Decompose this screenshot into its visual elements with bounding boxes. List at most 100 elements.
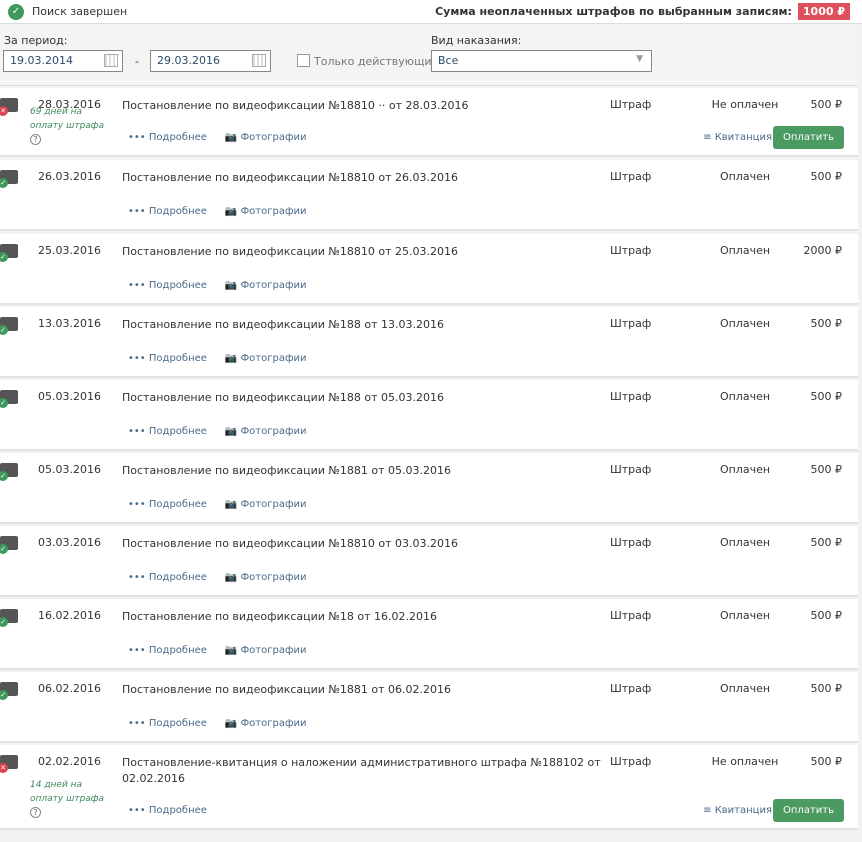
fine-description: Постановление по видеофиксации №18810 от… (122, 245, 458, 258)
fine-status: Оплачен (719, 609, 771, 622)
wallet-icon: ✓ (0, 609, 18, 627)
more-link[interactable]: ••• Подробнее (128, 353, 207, 364)
photos-link[interactable]: 📷 Фотографии (225, 132, 307, 143)
fine-date: 02.02.2016 (38, 755, 101, 768)
receipt-link[interactable]: ≡ Квитанция (703, 132, 772, 143)
receipt-link[interactable]: ≡ Квитанция (703, 805, 772, 816)
calendar-icon[interactable] (104, 54, 118, 67)
unpaid-sum: Сумма неоплаченных штрафов по выбранным … (435, 3, 850, 20)
fine-status: Оплачен (719, 317, 771, 330)
more-link[interactable]: ••• Подробнее (128, 280, 207, 291)
dots-icon: ••• (128, 572, 146, 583)
active-only-checkbox[interactable] (297, 54, 310, 67)
paid-check-icon: ✓ (0, 617, 8, 627)
photos-link[interactable]: 📷 Фотографии (225, 206, 307, 217)
photos-label: Фотографии (240, 499, 307, 510)
dots-icon: ••• (128, 206, 146, 217)
fine-amount: 500 ₽ (810, 463, 843, 476)
camera-icon: 📷 (224, 426, 238, 437)
fine-row: ✓ 16.02.2016 Постановление по видеофикса… (0, 599, 858, 670)
camera-icon: 📷 (224, 280, 238, 291)
paid-check-icon: ✓ (0, 252, 8, 262)
photos-label: Фотографии (240, 280, 307, 291)
help-icon[interactable]: ? (30, 807, 41, 818)
receipt-label: Квитанция (714, 805, 772, 816)
fine-row: ✓ 05.03.2016 Постановление по видеофикса… (0, 453, 858, 524)
photos-link[interactable]: 📷 Фотографии (225, 572, 307, 583)
fine-row: ✓ 13.03.2016 Постановление по видеофикса… (0, 307, 858, 378)
more-label: Подробнее (148, 132, 207, 143)
paid-check-icon: ✓ (0, 544, 8, 554)
more-link[interactable]: ••• Подробнее (128, 718, 207, 729)
photos-link[interactable]: 📷 Фотографии (225, 353, 307, 364)
help-icon[interactable]: ? (30, 134, 41, 145)
unpaid-x-icon: ✕ (0, 106, 8, 116)
date-to-input[interactable]: 29.03.2016 (150, 50, 271, 72)
photos-link[interactable]: 📷 Фотографии (225, 426, 307, 437)
days-to-pay: 14 дней на оплату штрафа ? (30, 778, 110, 820)
wallet-icon: ✓ (0, 244, 18, 262)
fine-date: 16.02.2016 (38, 609, 101, 622)
fine-description: Постановление по видеофиксации №18810 ··… (122, 99, 469, 112)
list-icon: ≡ (703, 132, 712, 143)
active-only-label[interactable]: Только действующие (314, 55, 438, 68)
more-label: Подробнее (148, 805, 207, 816)
more-label: Подробнее (148, 206, 207, 217)
fine-status: Оплачен (719, 170, 771, 183)
fine-amount: 500 ₽ (810, 390, 843, 403)
fine-kind: Штраф (610, 98, 652, 111)
pay-button[interactable]: Оплатить (773, 799, 844, 822)
fine-status: Не оплачен (711, 755, 779, 768)
wallet-icon: ✕ (0, 755, 18, 773)
camera-icon: 📷 (224, 572, 238, 583)
type-select[interactable]: Все ▼ (431, 50, 652, 72)
fine-amount: 2000 ₽ (803, 244, 843, 257)
calendar-icon[interactable] (252, 54, 266, 67)
fine-description: Постановление-квитанция о наложении адми… (122, 756, 601, 785)
camera-icon: 📷 (224, 499, 238, 510)
more-link[interactable]: ••• Подробнее (128, 206, 207, 217)
dots-icon: ••• (128, 353, 146, 364)
fine-row: ✓ 06.02.2016 Постановление по видеофикса… (0, 672, 858, 743)
more-label: Подробнее (148, 426, 207, 437)
fine-description: Постановление по видеофиксации №18810 от… (122, 537, 458, 550)
photos-link[interactable]: 📷 Фотографии (225, 718, 307, 729)
fine-status: Оплачен (719, 536, 771, 549)
fine-date: 03.03.2016 (38, 536, 101, 549)
paid-check-icon: ✓ (0, 398, 8, 408)
fine-row: ✓ 05.03.2016 Постановление по видеофикса… (0, 380, 858, 451)
fine-description: Постановление по видеофиксации №18810 от… (122, 171, 458, 184)
camera-icon: 📷 (224, 645, 238, 656)
unpaid-sum-label: Сумма неоплаченных штрафов по выбранным … (435, 5, 792, 18)
photos-link[interactable]: 📷 Фотографии (225, 645, 307, 656)
fine-amount: 500 ₽ (810, 536, 843, 549)
list-icon: ≡ (703, 805, 712, 816)
more-link[interactable]: ••• Подробнее (128, 645, 207, 656)
photos-link[interactable]: 📷 Фотографии (225, 280, 307, 291)
pay-button[interactable]: Оплатить (773, 126, 844, 149)
more-link[interactable]: ••• Подробнее (128, 426, 207, 437)
date-from-value: 19.03.2014 (10, 54, 73, 67)
more-link[interactable]: ••• Подробнее (128, 499, 207, 510)
days-text: 14 дней на оплату штрафа (30, 780, 105, 804)
wallet-icon: ✕ (0, 98, 18, 116)
date-dash: - (135, 55, 139, 68)
date-to-value: 29.03.2016 (157, 54, 220, 67)
more-link[interactable]: ••• Подробнее (128, 132, 207, 143)
fine-amount: 500 ₽ (810, 98, 843, 111)
fine-status: Оплачен (719, 682, 771, 695)
more-link[interactable]: ••• Подробнее (128, 805, 207, 816)
wallet-icon: ✓ (0, 170, 18, 188)
fine-date: 06.02.2016 (38, 682, 101, 695)
fine-description: Постановление по видеофиксации №18 от 16… (122, 610, 437, 623)
fine-date: 26.03.2016 (38, 170, 101, 183)
date-from-input[interactable]: 19.03.2014 (3, 50, 123, 72)
more-link[interactable]: ••• Подробнее (128, 572, 207, 583)
photos-link[interactable]: 📷 Фотографии (225, 499, 307, 510)
dots-icon: ••• (128, 499, 146, 510)
fine-status: Оплачен (719, 244, 771, 257)
dots-icon: ••• (128, 280, 146, 291)
fine-amount: 500 ₽ (810, 170, 843, 183)
fine-date: 05.03.2016 (38, 390, 101, 403)
fine-description: Постановление по видеофиксации №1881 от … (122, 683, 451, 696)
